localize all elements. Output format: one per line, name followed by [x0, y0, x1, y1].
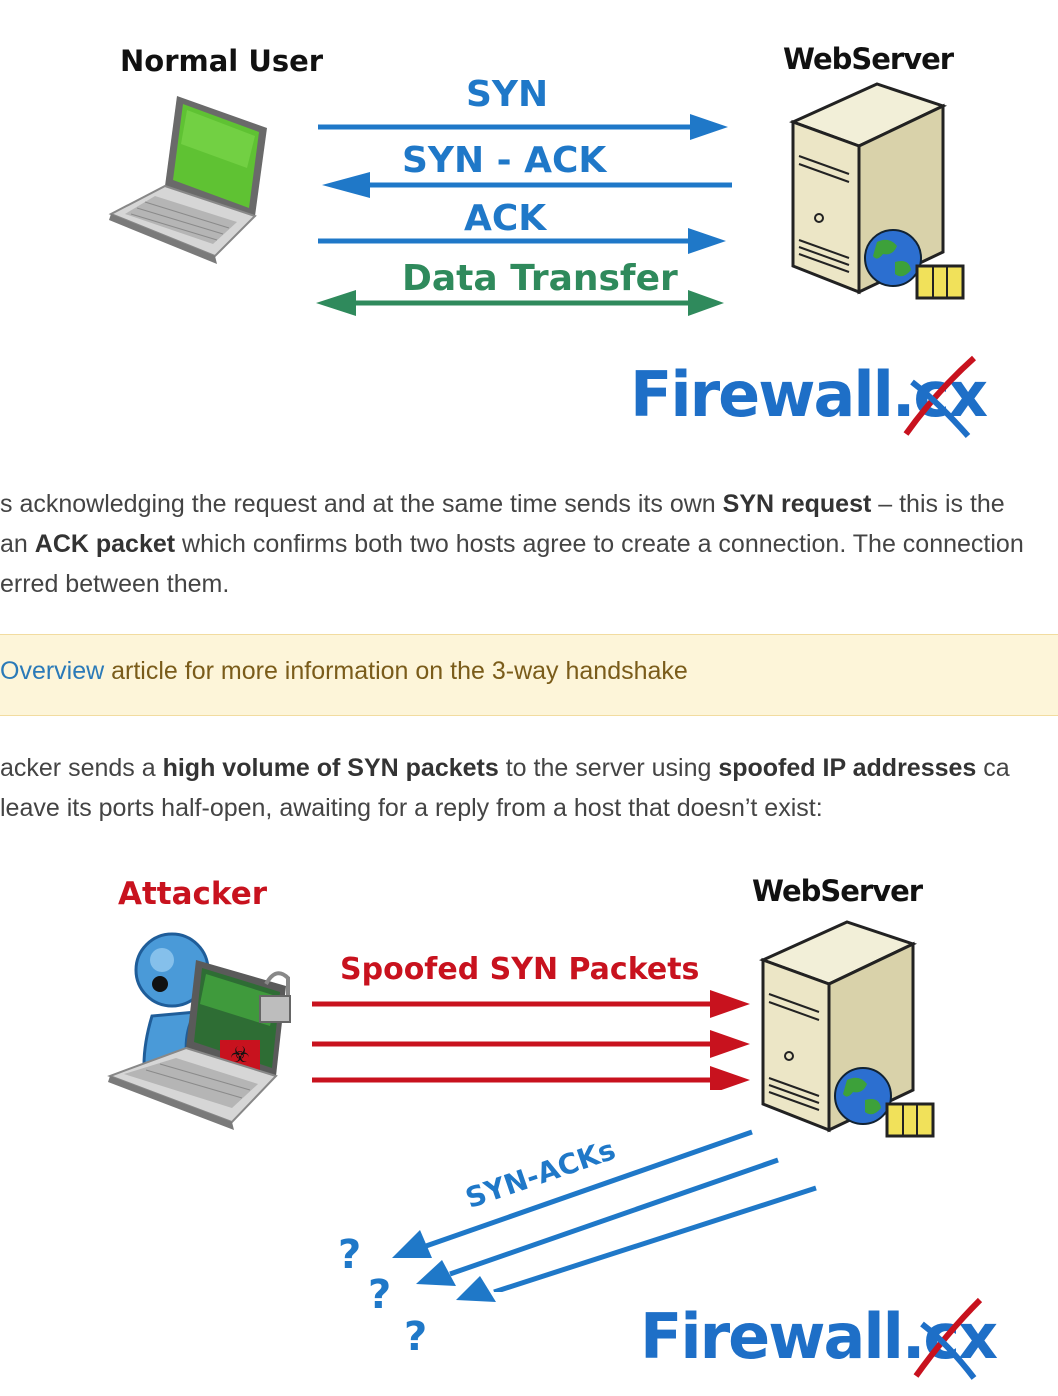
paragraph-line: s acknowledging the request and at the s… — [0, 484, 1058, 524]
text-span: which confirms both two hosts agree to c… — [175, 530, 1024, 558]
attacker-label: Attacker — [118, 876, 268, 912]
spoofed-syn-arrows — [312, 990, 750, 1090]
webserver-label: WebServer — [752, 874, 923, 908]
info-note-box: Overview article for more information on… — [0, 634, 1058, 716]
unknown-host-mark: ? — [404, 1314, 428, 1360]
text-span: s acknowledging the request and at the s… — [0, 490, 723, 518]
note-body: article for more information on the 3-wa… — [104, 657, 688, 685]
overview-article-link[interactable]: Overview — [0, 657, 104, 685]
spoofed-syn-arrow — [312, 1030, 750, 1058]
firewall-cx-logo: Firewall.cx — [640, 1294, 998, 1384]
paragraph-line: acker sends a high volume of SYN packets… — [0, 748, 1058, 788]
webserver-label: WebServer — [783, 42, 954, 76]
text-span: – this is the — [871, 490, 1005, 518]
paragraph-line: erred between them. — [0, 570, 230, 598]
bold-text: ACK packet — [34, 530, 176, 558]
bold-text: spoofed IP addresses — [718, 754, 977, 782]
syn-flood-paragraph: acker sends a high volume of SYN packets… — [0, 748, 1058, 828]
unknown-host-mark: ? — [338, 1232, 362, 1278]
firewall-cx-logo: Firewall.cx — [630, 352, 988, 442]
spoofed-syn-arrow — [312, 1066, 750, 1090]
normal-user-label: Normal User — [120, 44, 324, 78]
data-transfer-label: Data Transfer — [402, 258, 678, 299]
syn-ack-arrow — [416, 1157, 779, 1286]
laptop-icon — [108, 96, 267, 264]
attacker-icon: ☣ — [107, 932, 291, 1130]
syn-arrow — [318, 114, 728, 140]
unknown-host-mark: ? — [368, 1272, 392, 1318]
syn-flood-diagram: Attacker WebServer ☣ Spoofed SYN Packets… — [0, 860, 1058, 1396]
syn-ack-arrowhead — [456, 1276, 496, 1302]
text-span: to the server using — [498, 754, 719, 782]
webserver-icon — [789, 82, 965, 300]
ack-label: ACK — [464, 198, 547, 239]
syn-label: SYN — [466, 74, 549, 115]
brand-swoosh-icon — [903, 355, 977, 438]
bold-text: high volume of SYN packets — [162, 754, 499, 782]
text-span: an — [0, 530, 35, 558]
handshake-paragraph: s acknowledging the request and at the s… — [0, 484, 1058, 604]
text-span: ca — [976, 754, 1010, 782]
paragraph-line: leave its ports half-open, awaiting for … — [0, 794, 823, 822]
spoofed-syn-arrow — [312, 990, 750, 1018]
brand-swoosh-icon — [913, 1297, 983, 1380]
text-span: acker sends a — [0, 754, 163, 782]
handshake-diagram: Normal User WebServer SYN SYN - ACK ACK … — [0, 0, 1058, 450]
webserver-icon — [759, 920, 935, 1138]
note-text: Overview article for more information on… — [0, 657, 688, 686]
paragraph-line: an ACK packet which confirms both two ho… — [0, 524, 1058, 564]
syn-ack-label: SYN - ACK — [402, 140, 607, 181]
bold-text: SYN request — [722, 490, 872, 518]
